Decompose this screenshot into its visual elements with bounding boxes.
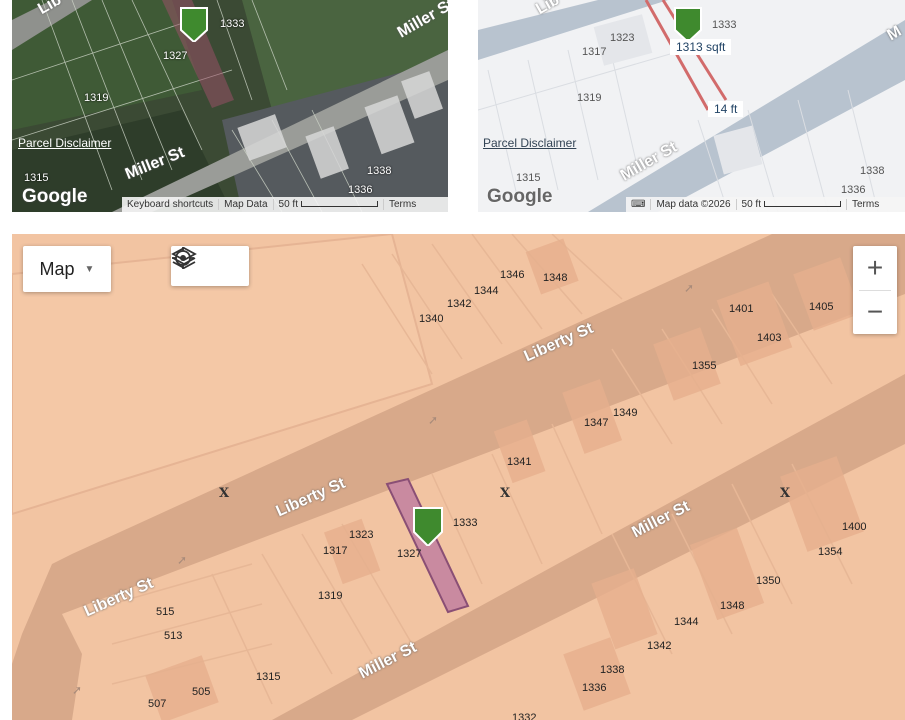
parcel-number: 1323: [349, 529, 374, 541]
parcel-number: 1405: [809, 301, 834, 313]
parcel-number: 513: [164, 630, 183, 642]
keyboard-icon[interactable]: ⌨: [626, 199, 650, 210]
divider: [859, 290, 891, 291]
parcel-number: 1327: [163, 50, 188, 62]
parcel-number: 1319: [577, 92, 602, 104]
parcel-width-label: 14 ft: [708, 101, 744, 117]
parcel-number: 1333: [453, 517, 478, 529]
parcel-number: 1336: [841, 184, 866, 196]
parcel-number: 1319: [318, 590, 343, 602]
parcel-disclaimer-link[interactable]: Parcel Disclaimer: [18, 136, 111, 150]
street-map[interactable]: 1323 1333 1317 1319 1315 1338 1336 1313 …: [478, 0, 905, 212]
parcel-number: 1340: [419, 313, 444, 325]
parcel-number: 1315: [256, 671, 281, 683]
parcel-number: 1327: [397, 548, 422, 560]
parcel-number: 1332: [512, 712, 537, 720]
parcel-number: 1315: [516, 172, 541, 184]
scale-indicator: 50 ft: [272, 199, 383, 210]
map-tools: [171, 246, 249, 286]
zoning-map[interactable]: ➚ ➚ ➚ ➚ Liberty St Liberty St Liberty St…: [12, 234, 905, 720]
keyboard-shortcuts-link[interactable]: Keyboard shortcuts: [122, 199, 218, 210]
parcel-number: 1317: [323, 545, 348, 557]
terms-link[interactable]: Terms: [383, 199, 421, 210]
svg-text:➚: ➚: [72, 683, 82, 697]
parcel-number: 1319: [84, 92, 109, 104]
parcel-number: 515: [156, 606, 175, 618]
parcel-number: 1348: [543, 272, 568, 284]
svg-text:➚: ➚: [684, 281, 694, 295]
map-data-text: Map data ©2026: [650, 199, 735, 210]
parcel-number: 1317: [582, 46, 607, 58]
google-logo: Google: [22, 186, 88, 207]
parcel-number: 1333: [220, 18, 245, 30]
parcel-number: 1348: [720, 600, 745, 612]
parcel-number: 1344: [674, 616, 699, 628]
parcel-number: 1315: [24, 172, 49, 184]
satellite-map[interactable]: 1333 1327 1319 1315 1338 1336 Miller St …: [12, 0, 448, 212]
parcel-number: 1401: [729, 303, 754, 315]
zoom-controls: + −: [853, 246, 897, 334]
parcel-number: 1403: [757, 332, 782, 344]
scale-bar: [764, 201, 841, 208]
zoom-in-button[interactable]: +: [853, 246, 897, 290]
parcel-number: 1338: [600, 664, 625, 676]
google-logo: Google: [487, 186, 553, 207]
parcel-number: 1347: [584, 417, 609, 429]
parcel-number: 1323: [610, 32, 635, 44]
parcel-disclaimer-link[interactable]: Parcel Disclaimer: [483, 136, 576, 150]
location-pin-icon[interactable]: [412, 506, 443, 546]
parcel-number: 1349: [613, 407, 638, 419]
parcel-number: 1342: [647, 640, 672, 652]
zone-marker: X: [500, 486, 511, 501]
parcel-number: 1344: [474, 285, 499, 297]
map-attribution: Keyboard shortcuts Map Data 50 ft Terms: [122, 197, 448, 212]
parcel-number: 507: [148, 698, 167, 710]
chevron-down-icon: ▼: [84, 263, 95, 275]
zone-marker: X: [780, 486, 791, 501]
terms-link[interactable]: Terms: [846, 199, 884, 210]
parcel-number: 1338: [860, 165, 885, 177]
location-pin-icon[interactable]: [179, 6, 209, 42]
map-type-label: Map: [39, 258, 75, 279]
scale-indicator: 50 ft: [735, 199, 846, 210]
satellite-imagery: [12, 0, 448, 212]
parcel-number: 1338: [367, 165, 392, 177]
svg-text:➚: ➚: [428, 413, 438, 427]
location-pin-icon[interactable]: [673, 6, 703, 42]
zone-marker: X: [219, 486, 230, 501]
parcel-number: 1354: [818, 546, 843, 558]
parcel-number: 1336: [348, 184, 373, 196]
parcel-number: 1350: [756, 575, 781, 587]
parcel-number: 1342: [447, 298, 472, 310]
parcel-number: 1333: [712, 19, 737, 31]
parcel-number: 1355: [692, 360, 717, 372]
parcel-number: 1341: [507, 456, 532, 468]
scale-bar: [301, 201, 378, 208]
parcel-number: 1336: [582, 682, 607, 694]
parcel-area-label: 1313 sqft: [670, 39, 732, 55]
parcel-number: 505: [192, 686, 211, 698]
zoom-out-button[interactable]: −: [853, 290, 897, 334]
parcel-number: 1346: [500, 269, 525, 281]
parcel-number: 1400: [842, 521, 867, 533]
map-data-link[interactable]: Map Data: [218, 199, 272, 210]
map-attribution: ⌨ Map data ©2026 50 ft Terms: [626, 197, 905, 212]
map-type-dropdown[interactable]: Map ▼: [23, 246, 111, 292]
svg-text:➚: ➚: [177, 553, 187, 567]
